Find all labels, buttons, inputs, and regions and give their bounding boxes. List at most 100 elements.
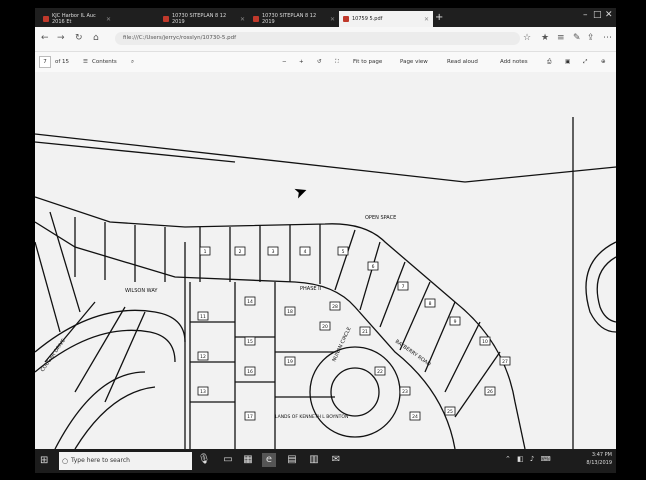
read-aloud-button[interactable]: Read aloud bbox=[447, 57, 478, 67]
share-icon[interactable]: ⇪ bbox=[587, 33, 595, 43]
lot-number: 4 bbox=[304, 249, 307, 255]
pdf-document-view[interactable]: OPEN SPACE WILSON WAY PHASE II BAYBERRY … bbox=[35, 72, 616, 449]
tab-4-active[interactable]: 10759 5.pdf ✕ bbox=[339, 11, 433, 27]
lot-number: 3 bbox=[272, 249, 275, 255]
lot-number: 1 bbox=[204, 249, 207, 255]
lot-number: 16 bbox=[247, 369, 253, 375]
close-icon[interactable]: ✕ bbox=[330, 16, 335, 23]
close-window-icon[interactable]: ✕ bbox=[605, 10, 613, 20]
back-icon[interactable]: ← bbox=[41, 33, 49, 43]
pen-icon[interactable]: ✎ bbox=[573, 33, 581, 43]
lot-number: 25 bbox=[447, 409, 453, 415]
address-bar: ← → ↻ ⌂ file:///C:/Users/jerryc/rosslyn/… bbox=[35, 27, 616, 52]
lot-number: 26 bbox=[487, 389, 493, 395]
lot-number: 13 bbox=[200, 389, 206, 395]
tab-label: KJC Harbor IL Auc 2016 Et bbox=[52, 13, 96, 25]
fullscreen-icon[interactable]: ⤢ bbox=[583, 57, 587, 67]
rotate-icon[interactable]: ↺ bbox=[317, 57, 322, 67]
forward-icon[interactable]: → bbox=[57, 33, 65, 43]
lot-number: 7 bbox=[402, 284, 405, 290]
windows-taskbar: ⊞ ○ Type here to search 🎙 ▭ ▦ e ▤ ▥ ✉ ⌃ … bbox=[35, 449, 616, 473]
clock-date: 8/13/2019 bbox=[586, 460, 612, 466]
mail-icon[interactable]: ✉ bbox=[329, 453, 343, 467]
favorites-icon[interactable]: ★ bbox=[541, 33, 549, 43]
pdf-icon bbox=[343, 16, 349, 22]
lot-number: 2 bbox=[239, 249, 242, 255]
minimize-icon[interactable]: – bbox=[583, 10, 588, 20]
lot-number: 9 bbox=[454, 319, 457, 325]
fit-icon[interactable]: ⛶ bbox=[335, 57, 339, 67]
task-view-icon[interactable]: ▭ bbox=[221, 453, 235, 467]
lot-number: 5 bbox=[342, 249, 345, 255]
lot-number: 15 bbox=[247, 339, 253, 345]
cortana-icon: ○ bbox=[62, 457, 69, 465]
pdf-icon bbox=[163, 16, 169, 22]
clock[interactable]: 3:47 PM 8/13/2019 bbox=[586, 451, 612, 467]
tab-label: 10759 5.pdf bbox=[352, 16, 383, 22]
home-icon[interactable]: ⌂ bbox=[93, 33, 99, 43]
lot-number: 8 bbox=[429, 301, 432, 307]
windows-start-icon[interactable]: ⊞ bbox=[40, 455, 48, 467]
file-explorer-icon[interactable]: ▦ bbox=[241, 453, 255, 467]
tab-1[interactable]: KJC Harbor IL Auc 2016 Et ✕ bbox=[39, 11, 115, 27]
search-icon[interactable]: ⌕ bbox=[131, 57, 134, 67]
save-icon[interactable]: ▣ bbox=[565, 57, 570, 67]
lot-number: 24 bbox=[412, 414, 418, 420]
refresh-icon[interactable]: ↻ bbox=[75, 33, 83, 43]
fit-page-button[interactable]: Fit to page bbox=[353, 57, 382, 67]
new-tab-button[interactable]: + bbox=[435, 11, 443, 25]
lot-number: 20 bbox=[322, 324, 328, 330]
page-view-button[interactable]: Page view bbox=[400, 57, 428, 67]
tab-bar: KJC Harbor IL Auc 2016 Et ✕ 10730 SITEPL… bbox=[35, 8, 616, 27]
taskbar-search-input[interactable]: ○ Type here to search bbox=[59, 452, 192, 470]
lot-number: 28 bbox=[332, 304, 338, 310]
lot-number: 11 bbox=[200, 314, 206, 320]
system-tray-icons[interactable]: ⌃ ◧ ♪ ⌨ bbox=[505, 455, 553, 463]
bayberry-road-label: BAYBERRY ROAD bbox=[394, 339, 432, 368]
kenneth-lands-label: LANDS OF KENNETH L BOYNTON bbox=[275, 414, 348, 420]
lot-number: 18 bbox=[287, 309, 293, 315]
lot-number: 6 bbox=[372, 264, 375, 270]
pdf-icon bbox=[253, 16, 259, 22]
tab-3[interactable]: 10730 SITEPLAN 8 12 2019 ✕ bbox=[249, 11, 339, 27]
pdf-icon bbox=[43, 16, 49, 22]
lot-number: 10 bbox=[482, 339, 488, 345]
zoom-out-icon[interactable]: − bbox=[282, 57, 287, 67]
tab-2[interactable]: 10730 SITEPLAN 8 12 2019 ✕ bbox=[159, 11, 249, 27]
open-space-label: OPEN SPACE bbox=[365, 215, 396, 221]
cougar-drive-label: COUGAR DRIVE bbox=[40, 338, 67, 373]
lot-number: 19 bbox=[287, 359, 293, 365]
store-icon[interactable]: ▤ bbox=[285, 453, 299, 467]
edge-browser-icon[interactable]: e bbox=[262, 453, 276, 467]
lot-number: 17 bbox=[247, 414, 253, 420]
lot-number: 27 bbox=[502, 359, 508, 365]
contents-button[interactable]: Contents bbox=[92, 57, 117, 67]
print-icon[interactable]: ⎙ bbox=[547, 57, 551, 67]
close-icon[interactable]: ✕ bbox=[240, 16, 245, 23]
lot-number: 12 bbox=[200, 354, 206, 360]
clock-time: 3:47 PM bbox=[591, 452, 612, 458]
page-total: of 15 bbox=[55, 59, 70, 65]
calendar-icon[interactable]: ▥ bbox=[307, 453, 321, 467]
favorite-star-icon[interactable]: ☆ bbox=[523, 33, 531, 43]
lot-number: 23 bbox=[402, 389, 408, 395]
add-notes-button[interactable]: Add notes bbox=[500, 57, 528, 67]
zoom-in-icon[interactable]: + bbox=[299, 57, 304, 67]
microphone-icon[interactable]: 🎙 bbox=[197, 453, 211, 467]
nunan-circle-label: NUNAN CIRCLE bbox=[331, 326, 352, 363]
lot-number: 22 bbox=[377, 369, 383, 375]
lot-number: 21 bbox=[362, 329, 368, 335]
url-field[interactable]: file:///C:/Users/jerryc/rosslyn/10730-5.… bbox=[115, 32, 520, 45]
pin-icon[interactable]: ⊕ bbox=[601, 57, 606, 67]
screen: KJC Harbor IL Auc 2016 Et ✕ 10730 SITEPL… bbox=[35, 8, 616, 473]
close-icon[interactable]: ✕ bbox=[424, 16, 429, 23]
reading-list-icon[interactable]: ≡ bbox=[557, 33, 565, 43]
lot-number: 14 bbox=[247, 299, 253, 305]
close-icon[interactable]: ✕ bbox=[106, 16, 111, 23]
site-plan-drawing: OPEN SPACE WILSON WAY PHASE II BAYBERRY … bbox=[35, 117, 616, 449]
wilson-way-label: WILSON WAY bbox=[125, 288, 158, 294]
maximize-icon[interactable]: □ bbox=[593, 10, 602, 20]
contents-icon[interactable]: ☰ bbox=[83, 57, 88, 67]
page-number-input[interactable]: 7 bbox=[39, 56, 51, 68]
more-icon[interactable]: ⋯ bbox=[603, 33, 612, 43]
